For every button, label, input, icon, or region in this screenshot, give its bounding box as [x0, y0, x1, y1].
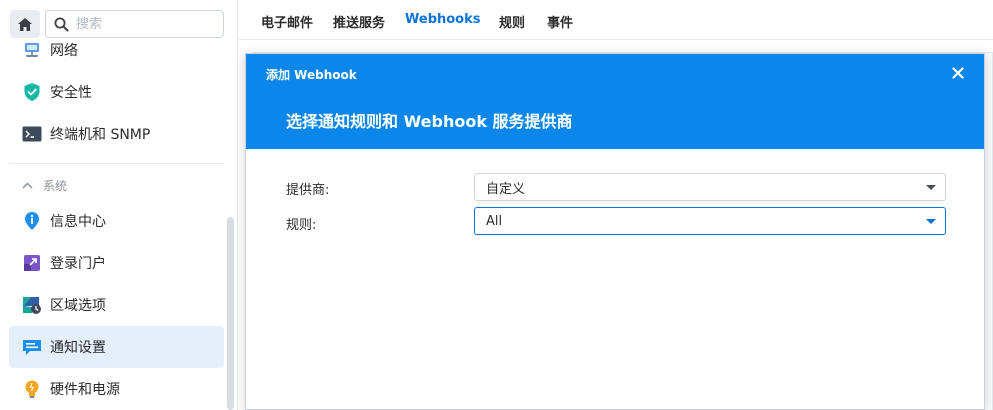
provider-value: 自定义 [486, 181, 526, 197]
sidebar-item-label: 区域选项 [50, 298, 106, 314]
dialog-header: 添加 Webhook 选择通知规则和 Webhook 服务提供商 [246, 54, 984, 149]
tab-events[interactable]: 事件 [547, 12, 573, 32]
sidebar: 网络 安全性 终端机和 SNMP [0, 0, 238, 410]
sidebar-item-label: 安全性 [50, 85, 92, 101]
sidebar-item-region[interactable]: 区域选项 [9, 284, 224, 326]
sidebar-item-label: 通知设置 [50, 340, 106, 356]
lightbulb-icon [22, 379, 42, 399]
sidebar-item-info-center[interactable]: 信息中心 [9, 200, 224, 242]
dialog-title: 添加 Webhook [266, 68, 357, 82]
info-icon [22, 211, 42, 231]
rule-label: 规则: [286, 218, 317, 233]
chevron-up-icon [22, 182, 33, 188]
sidebar-divider [9, 163, 224, 164]
tab-bar: 电子邮件 推送服务 Webhooks 规则 事件 [239, 0, 993, 40]
network-icon [22, 40, 42, 60]
sidebar-item-label: 硬件和电源 [50, 382, 120, 398]
sidebar-item-terminal[interactable]: 终端机和 SNMP [9, 113, 224, 155]
sidebar-scrollbar-thumb[interactable] [227, 217, 234, 410]
region-icon [22, 295, 42, 315]
sidebar-item-label: 登录门户 [50, 256, 106, 272]
sidebar-item-hardware-power[interactable]: 硬件和电源 [9, 368, 224, 410]
chevron-down-icon [926, 219, 936, 224]
rule-select[interactable]: All [474, 207, 946, 235]
sidebar-item-notification[interactable]: 通知设置 [9, 326, 224, 368]
close-icon [952, 67, 964, 79]
sidebar-item-label: 网络 [50, 43, 78, 59]
dialog-subtitle: 选择通知规则和 Webhook 服务提供商 [286, 112, 573, 131]
tab-webhooks[interactable]: Webhooks [405, 12, 481, 32]
close-button[interactable] [950, 65, 966, 81]
provider-label: 提供商: [286, 183, 330, 198]
sidebar-item-network[interactable]: 网络 [9, 29, 224, 71]
tab-email[interactable]: 电子邮件 [261, 12, 313, 32]
login-portal-icon [22, 253, 42, 273]
app-window: 网络 安全性 终端机和 SNMP [0, 0, 993, 410]
sidebar-item-label: 信息中心 [50, 214, 106, 230]
terminal-icon [22, 124, 42, 144]
rule-value: All [486, 213, 503, 229]
notification-icon [22, 337, 42, 357]
sidebar-item-login-portal[interactable]: 登录门户 [9, 242, 224, 284]
sidebar-item-security[interactable]: 安全性 [9, 71, 224, 113]
provider-select[interactable]: 自定义 [474, 173, 946, 201]
add-webhook-dialog: 添加 Webhook 选择通知规则和 Webhook 服务提供商 提供商: 自定… [245, 53, 985, 410]
tab-push-service[interactable]: 推送服务 [333, 12, 385, 32]
section-label: 系统 [43, 178, 68, 193]
sidebar-item-label: 终端机和 SNMP [50, 127, 151, 143]
tab-rules[interactable]: 规则 [499, 12, 525, 32]
chevron-down-icon [926, 185, 936, 190]
shield-icon [22, 82, 42, 102]
sidebar-section-system[interactable]: 系统 [22, 176, 67, 194]
